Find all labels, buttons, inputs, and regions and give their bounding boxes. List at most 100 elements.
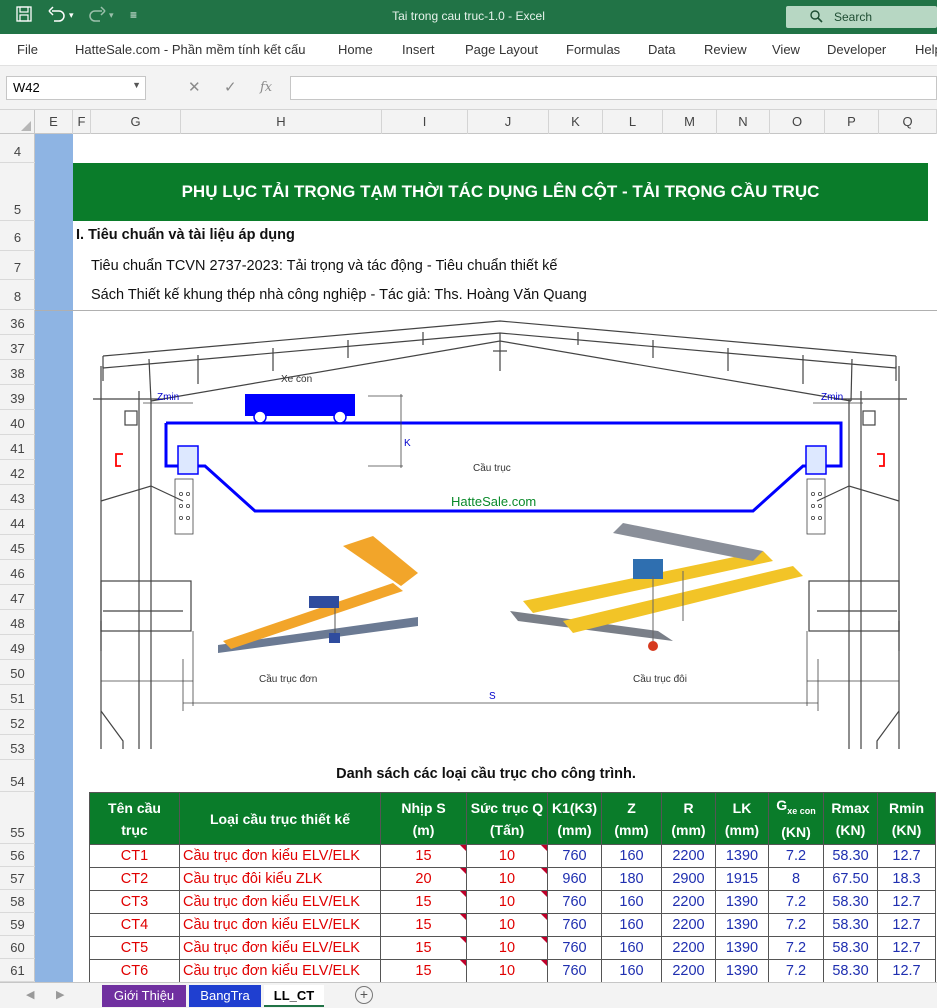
name-box[interactable]: W42 ▼: [6, 76, 146, 100]
cell-k1[interactable]: 760: [547, 890, 602, 914]
column-header-g[interactable]: G: [91, 110, 181, 134]
header-lk[interactable]: LK (mm): [715, 792, 769, 845]
cell-capacity[interactable]: 10: [466, 844, 548, 868]
cell-capacity[interactable]: 10: [466, 936, 548, 960]
row-header[interactable]: 4: [0, 134, 35, 163]
cell-g[interactable]: 7.2: [768, 959, 824, 982]
cell-g[interactable]: 7.2: [768, 913, 824, 937]
cell-crane-name[interactable]: CT3: [89, 890, 180, 914]
cell-k1[interactable]: 760: [547, 913, 602, 937]
header-rmax[interactable]: Rmax (KN): [823, 792, 878, 845]
sheet-tab-bangtra[interactable]: BangTra: [189, 985, 261, 1007]
sheet-tab-gioi-thieu[interactable]: Giới Thiệu: [102, 985, 186, 1007]
header-crane-type[interactable]: Loại cầu trục thiết kế: [179, 792, 381, 845]
tab-insert[interactable]: Insert: [402, 42, 435, 57]
column-header-l[interactable]: L: [603, 110, 663, 134]
cell-z[interactable]: 160: [601, 959, 662, 982]
cell-rmax[interactable]: 58.30: [823, 913, 878, 937]
cell-k1[interactable]: 760: [547, 936, 602, 960]
cell-rmin[interactable]: 18.3: [877, 867, 936, 891]
header-r[interactable]: R (mm): [661, 792, 716, 845]
row-header[interactable]: 6: [0, 221, 35, 251]
row-header[interactable]: 8: [0, 280, 35, 310]
column-header-f[interactable]: F: [73, 110, 91, 134]
header-rmin[interactable]: Rmin (KN): [877, 792, 936, 845]
column-header-j[interactable]: J: [468, 110, 549, 134]
name-box-dropdown-icon[interactable]: ▼: [132, 80, 141, 90]
tab-file[interactable]: File: [17, 42, 38, 57]
cell-r[interactable]: 2200: [661, 844, 716, 868]
row-header[interactable]: 5: [0, 163, 35, 221]
column-header-m[interactable]: M: [663, 110, 717, 134]
row-header[interactable]: 48: [0, 610, 35, 635]
cell-crane-name[interactable]: CT5: [89, 936, 180, 960]
row-header[interactable]: 42: [0, 460, 35, 485]
cell-crane-type[interactable]: Cầu trục đơn kiểu ELV/ELK: [179, 959, 381, 982]
row-header[interactable]: 61: [0, 959, 35, 982]
cell-rmin[interactable]: 12.7: [877, 913, 936, 937]
row-header[interactable]: 50: [0, 660, 35, 685]
cell-crane-name[interactable]: CT6: [89, 959, 180, 982]
row-header[interactable]: 7: [0, 251, 35, 280]
cell-capacity[interactable]: 10: [466, 913, 548, 937]
tab-hattesale[interactable]: HatteSale.com - Phần mềm tính kết cấu: [75, 42, 306, 57]
cell-span[interactable]: 15: [380, 844, 467, 868]
row-header[interactable]: 40: [0, 410, 35, 435]
row-header[interactable]: 44: [0, 510, 35, 535]
row-header[interactable]: 47: [0, 585, 35, 610]
cell-capacity[interactable]: 10: [466, 890, 548, 914]
cell-rmin[interactable]: 12.7: [877, 959, 936, 982]
enter-icon[interactable]: ✓: [224, 78, 237, 96]
cell-z[interactable]: 160: [601, 890, 662, 914]
tab-home[interactable]: Home: [338, 42, 373, 57]
row-header[interactable]: 43: [0, 485, 35, 510]
row-header[interactable]: 52: [0, 710, 35, 735]
cell-g[interactable]: 7.2: [768, 936, 824, 960]
cell-g[interactable]: 7.2: [768, 844, 824, 868]
cell-capacity[interactable]: 10: [466, 959, 548, 982]
add-sheet-icon[interactable]: +: [355, 986, 373, 1004]
cell-rmin[interactable]: 12.7: [877, 936, 936, 960]
cell-rmax[interactable]: 58.30: [823, 936, 878, 960]
select-all-button[interactable]: [0, 110, 35, 134]
cell-k1[interactable]: 760: [547, 959, 602, 982]
formula-input[interactable]: [290, 76, 937, 100]
cell-crane-name[interactable]: CT4: [89, 913, 180, 937]
column-header-o[interactable]: O: [770, 110, 825, 134]
cell-rmax[interactable]: 67.50: [823, 867, 878, 891]
sheet-tab-ll-ct[interactable]: LL_CT: [264, 985, 324, 1007]
row-header[interactable]: 60: [0, 936, 35, 959]
row-header[interactable]: 46: [0, 560, 35, 585]
row-header[interactable]: 36: [0, 310, 35, 335]
row-header[interactable]: 53: [0, 735, 35, 760]
header-capacity[interactable]: Sức trục Q (Tấn): [466, 792, 548, 845]
search-box[interactable]: Search: [786, 6, 937, 28]
row-header[interactable]: 37: [0, 335, 35, 360]
cell-r[interactable]: 2200: [661, 936, 716, 960]
cell-rmax[interactable]: 58.30: [823, 959, 878, 982]
cell-g[interactable]: 8: [768, 867, 824, 891]
cell-span[interactable]: 15: [380, 959, 467, 982]
tab-developer[interactable]: Developer: [827, 42, 886, 57]
cell-rmin[interactable]: 12.7: [877, 844, 936, 868]
cell-lk[interactable]: 1390: [715, 844, 769, 868]
cell-span[interactable]: 15: [380, 890, 467, 914]
tab-data[interactable]: Data: [648, 42, 675, 57]
scroll-tabs-left-icon[interactable]: ◀: [26, 988, 34, 1001]
cell-span[interactable]: 15: [380, 936, 467, 960]
cell-span[interactable]: 20: [380, 867, 467, 891]
header-g[interactable]: Gxe con (KN): [768, 792, 824, 845]
tab-page-layout[interactable]: Page Layout: [465, 42, 538, 57]
cell-r[interactable]: 2200: [661, 890, 716, 914]
row-header[interactable]: 41: [0, 435, 35, 460]
cell-z[interactable]: 160: [601, 936, 662, 960]
row-header[interactable]: 54: [0, 760, 35, 792]
column-header-n[interactable]: N: [717, 110, 770, 134]
cell-crane-type[interactable]: Cầu trục đơn kiểu ELV/ELK: [179, 890, 381, 914]
cell-crane-name[interactable]: CT2: [89, 867, 180, 891]
cell-lk[interactable]: 1390: [715, 913, 769, 937]
cell-crane-type[interactable]: Cầu trục đơn kiểu ELV/ELK: [179, 913, 381, 937]
row-header[interactable]: 55: [0, 792, 35, 844]
cell-crane-type[interactable]: Cầu trục đôi kiểu ZLK: [179, 867, 381, 891]
row-header[interactable]: 49: [0, 635, 35, 660]
